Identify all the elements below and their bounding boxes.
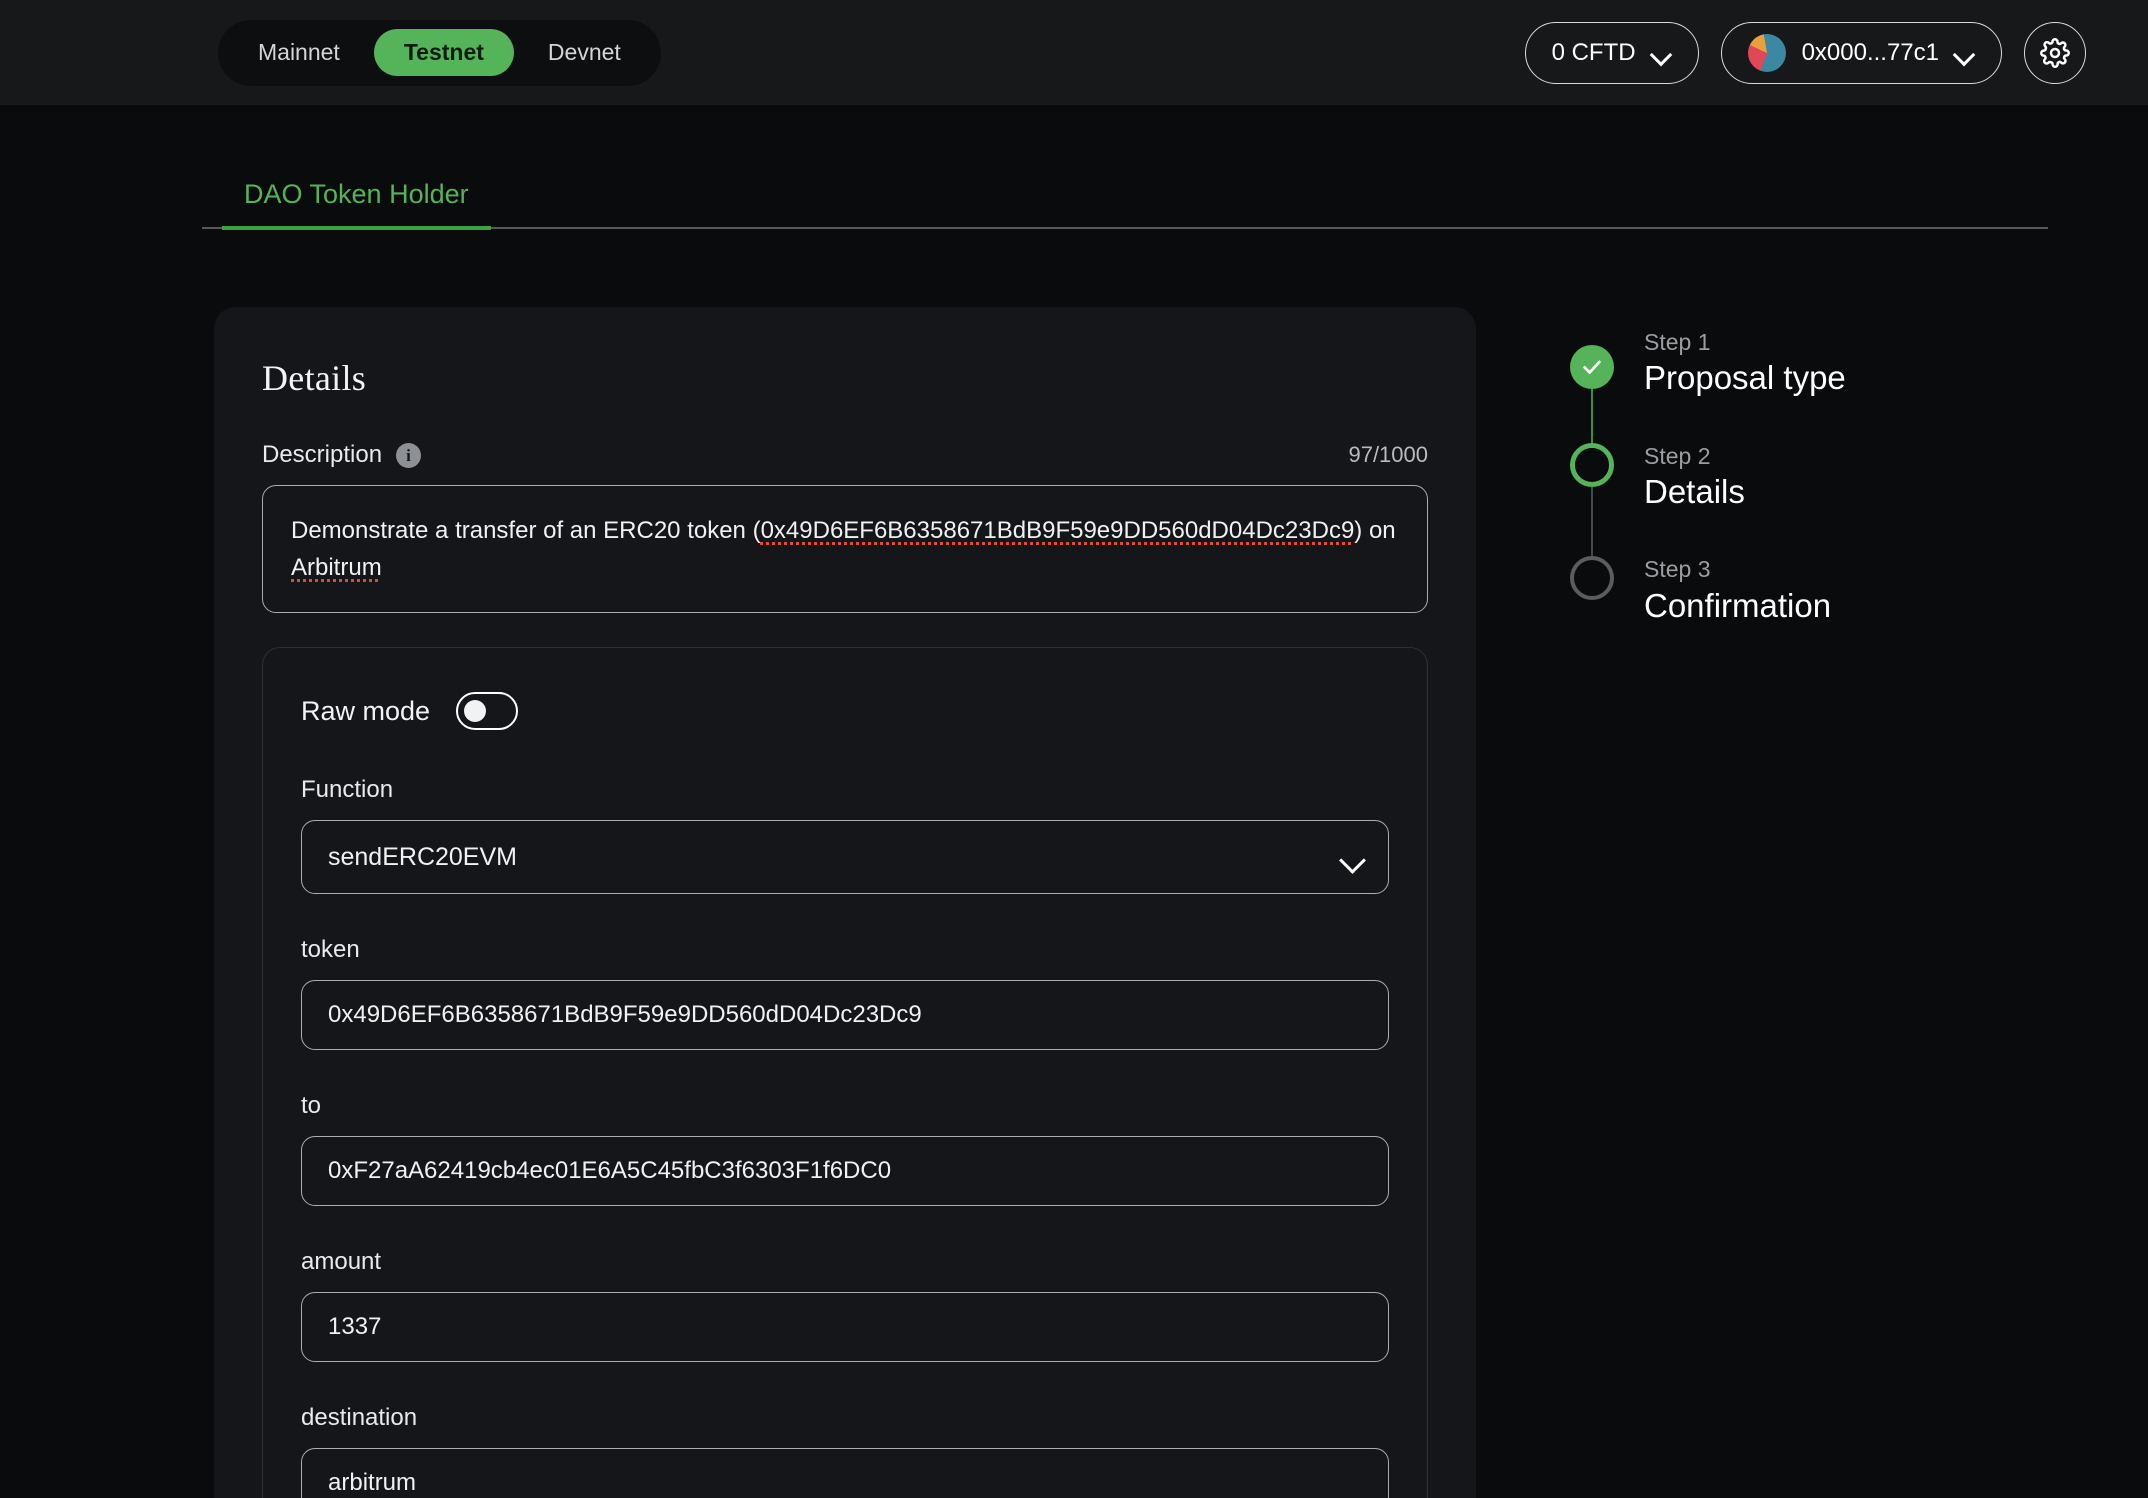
main-content: Details Description i 97/1000 Demonstrat…: [0, 307, 2148, 1498]
raw-mode-row: Raw mode: [301, 692, 1389, 731]
destination-input[interactable]: arbitrum: [301, 1448, 1389, 1498]
step-item-2[interactable]: Step 2 Details: [1568, 442, 1846, 557]
info-icon[interactable]: i: [396, 442, 422, 468]
step-marker-column: [1568, 442, 1616, 557]
avatar: [1747, 33, 1786, 72]
top-bar-actions: 0 CFTD 0x000...77c1: [1524, 21, 2086, 84]
to-input[interactable]: 0xF27aA62419cb4ec01E6A5C45fbC3f6303F1f6D…: [301, 1136, 1389, 1207]
network-option-mainnet[interactable]: Mainnet: [228, 29, 370, 76]
network-switcher[interactable]: Mainnet Testnet Devnet: [218, 19, 661, 86]
step-name-3: Confirmation: [1644, 586, 1832, 624]
to-label: to: [301, 1092, 322, 1120]
chevron-down-icon: [1342, 851, 1362, 863]
account-address-label: 0x000...77c1: [1801, 38, 1939, 66]
token-value: 0x49D6EF6B6358671BdB9F59e9DD560dD04Dc23D…: [328, 1001, 922, 1029]
step-text-3: Step 3 Confirmation: [1644, 556, 1831, 626]
description-text-address: 0x49D6EF6B6358671BdB9F59e9DD560dD04Dc23D…: [760, 517, 1355, 544]
step-dot-todo: [1570, 556, 1614, 601]
step-number-3: Step 3: [1644, 556, 1711, 583]
description-label: Description: [262, 441, 383, 468]
destination-value: arbitrum: [328, 1469, 417, 1497]
step-progress: Step 1 Proposal type Step 2 Details Step…: [1568, 307, 1846, 1498]
account-dropdown-button[interactable]: 0x000...77c1: [1720, 21, 2002, 84]
function-select[interactable]: sendERC20EVM: [301, 820, 1389, 895]
tab-bar-wrapper: DAO Token Holder: [0, 165, 2148, 230]
step-number-2: Step 2: [1644, 442, 1711, 469]
network-option-devnet[interactable]: Devnet: [518, 29, 651, 76]
amount-value: 1337: [328, 1313, 382, 1341]
raw-mode-panel: Raw mode Function sendERC20EVM token 0x4…: [262, 647, 1428, 1498]
amount-label: amount: [301, 1248, 382, 1276]
chevron-down-icon: [1652, 47, 1672, 59]
step-dot-done: [1570, 345, 1614, 389]
token-input[interactable]: 0x49D6EF6B6358671BdB9F59e9DD560dD04Dc23D…: [301, 980, 1389, 1051]
function-label: Function: [301, 776, 394, 804]
page-title: Details: [262, 358, 367, 398]
to-value: 0xF27aA62419cb4ec01E6A5C45fbC3f6303F1f6D…: [328, 1157, 892, 1185]
step-text-2: Step 2 Details: [1644, 443, 1745, 557]
tab-dao-token-holder[interactable]: DAO Token Holder: [222, 179, 491, 230]
check-icon: [1583, 360, 1601, 374]
balance-label: 0 CFTD: [1551, 38, 1636, 66]
balance-dropdown-button[interactable]: 0 CFTD: [1524, 21, 1699, 84]
function-selected-value: sendERC20EVM: [328, 842, 517, 871]
settings-button[interactable]: [2024, 21, 2086, 84]
step-name-2: Details: [1644, 473, 1745, 511]
toggle-knob: [464, 700, 487, 723]
network-option-testnet[interactable]: Testnet: [373, 29, 514, 76]
raw-mode-label: Raw mode: [301, 695, 431, 726]
raw-mode-toggle[interactable]: [456, 692, 519, 731]
description-text-suffix: Arbitrum: [291, 554, 382, 582]
chevron-down-icon: [1955, 47, 1975, 59]
step-connector-2: [1591, 486, 1593, 557]
step-name-1: Proposal type: [1644, 359, 1846, 397]
description-textarea[interactable]: Demonstrate a transfer of an ERC20 token…: [262, 485, 1428, 614]
gear-icon: [2040, 37, 2070, 68]
step-item-1[interactable]: Step 1 Proposal type: [1568, 329, 1846, 443]
description-text-middle: ) on: [1354, 517, 1396, 544]
step-text-1: Step 1 Proposal type: [1644, 329, 1846, 443]
description-char-counter: 97/1000: [1348, 442, 1428, 467]
tab-bar: DAO Token Holder: [202, 165, 2048, 230]
step-connector-1: [1591, 389, 1593, 443]
step-marker-column: [1568, 556, 1616, 626]
top-bar: Mainnet Testnet Devnet 0 CFTD 0x000...77…: [0, 0, 2148, 105]
destination-label: destination: [301, 1404, 418, 1432]
details-card: Details Description i 97/1000 Demonstrat…: [214, 307, 1476, 1498]
step-number-1: Step 1: [1644, 329, 1711, 355]
step-dot-current: [1570, 442, 1614, 487]
description-header: Description i 97/1000: [262, 441, 1428, 469]
step-item-3[interactable]: Step 3 Confirmation: [1568, 556, 1846, 626]
amount-input[interactable]: 1337: [301, 1292, 1389, 1363]
step-marker-column: [1568, 329, 1616, 443]
token-label: token: [301, 936, 360, 964]
description-text-prefix: Demonstrate a transfer of an ERC20 token…: [291, 517, 761, 544]
